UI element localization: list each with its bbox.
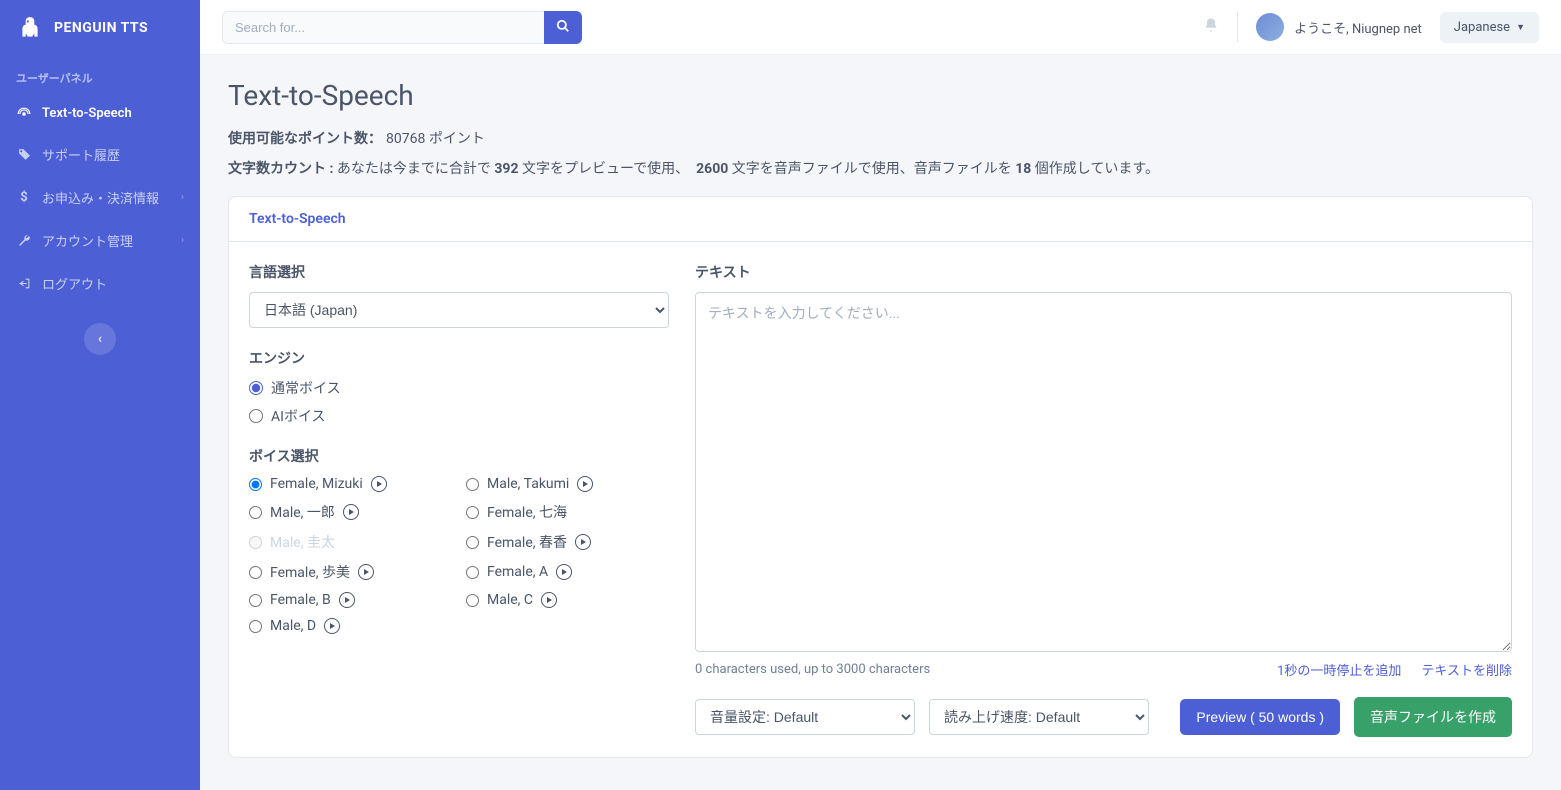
- engine-radio-1[interactable]: [249, 409, 263, 423]
- caret-down-icon: ▼: [1516, 22, 1525, 33]
- char-count-line: 文字数カウント : あなたは今までに合計で 392 文字をプレビューで使用、 2…: [228, 158, 1533, 178]
- text-label: テキスト: [695, 262, 1512, 282]
- sidebar-item-0[interactable]: Text-to-Speech: [0, 94, 200, 133]
- dollar-icon: $: [16, 190, 32, 205]
- voice-option-4: Male, 圭太: [249, 532, 452, 552]
- voice-radio-8[interactable]: [249, 594, 262, 607]
- right-column: テキスト 0 characters used, up to 3000 chara…: [695, 262, 1512, 737]
- voice-option-6[interactable]: Female, 歩美: [249, 562, 452, 582]
- sidebar-item-2[interactable]: $お申込み・決済情報›: [0, 176, 200, 219]
- preview-button[interactable]: Preview ( 50 words ): [1180, 699, 1340, 735]
- wrench-icon: [16, 234, 32, 247]
- voice-option-9[interactable]: Male, C: [466, 592, 669, 608]
- play-icon[interactable]: [358, 564, 374, 580]
- voice-radio-9[interactable]: [466, 594, 479, 607]
- avatar: [1256, 13, 1284, 41]
- topbar-right: ようこそ, Niugnep net Japanese ▼: [1203, 12, 1539, 43]
- broadcast-icon: [16, 107, 32, 121]
- engine-radio-0[interactable]: [249, 381, 263, 395]
- page-title: Text-to-Speech: [228, 79, 1533, 112]
- search-wrap: [222, 11, 582, 44]
- voice-radio-4: [249, 536, 262, 549]
- sidebar-item-4[interactable]: ログアウト: [0, 262, 200, 305]
- voice-option-3[interactable]: Female, 七海: [466, 502, 669, 522]
- topbar: ようこそ, Niugnep net Japanese ▼: [200, 0, 1561, 55]
- voice-radio-2[interactable]: [249, 506, 262, 519]
- engine-option-0[interactable]: 通常ボイス: [249, 378, 669, 398]
- card-header: Text-to-Speech: [229, 197, 1532, 242]
- page-content: Text-to-Speech 使用可能なポイント数：80768 ポイント 文字数…: [200, 55, 1561, 782]
- text-input[interactable]: [695, 292, 1512, 652]
- voice-radio-6[interactable]: [249, 566, 262, 579]
- tag-icon: [16, 148, 32, 161]
- voice-radio-5[interactable]: [466, 536, 479, 549]
- voice-label: ボイス選択: [249, 446, 669, 466]
- controls-row: 音量設定: Default 読み上げ速度: Default Preview ( …: [695, 697, 1512, 737]
- language-selector[interactable]: Japanese ▼: [1440, 12, 1539, 43]
- left-column: 言語選択 日本語 (Japan) エンジン 通常ボイス AIボイス ボイス選択 F…: [249, 262, 669, 737]
- language-select[interactable]: 日本語 (Japan): [249, 292, 669, 328]
- play-icon[interactable]: [339, 592, 355, 608]
- play-icon[interactable]: [343, 504, 359, 520]
- chevron-right-icon: ›: [181, 192, 184, 203]
- engine-label: エンジン: [249, 348, 669, 368]
- logout-icon: [16, 277, 32, 290]
- main-area: ようこそ, Niugnep net Japanese ▼ Text-to-Spe…: [200, 0, 1561, 790]
- voice-radio-3[interactable]: [466, 506, 479, 519]
- search-button[interactable]: [544, 11, 582, 44]
- play-icon[interactable]: [324, 618, 340, 634]
- play-icon[interactable]: [577, 476, 593, 492]
- language-select-label: 言語選択: [249, 262, 669, 282]
- voice-option-5[interactable]: Female, 春香: [466, 532, 669, 552]
- bell-icon[interactable]: [1203, 17, 1219, 37]
- textarea-info: 0 characters used, up to 3000 characters…: [695, 660, 1512, 679]
- logo-area[interactable]: PENGUIN TTS: [0, 0, 200, 56]
- voice-option-8[interactable]: Female, B: [249, 592, 452, 608]
- sidebar: PENGUIN TTS ユーザーパネル Text-to-Speechサポート履歴…: [0, 0, 200, 790]
- voice-radio-1[interactable]: [466, 478, 479, 491]
- voice-radio-10[interactable]: [249, 620, 262, 633]
- search-icon: [556, 19, 570, 36]
- welcome-text: ようこそ, Niugnep net: [1294, 18, 1422, 37]
- voice-option-10[interactable]: Male, D: [249, 618, 452, 634]
- sidebar-item-1[interactable]: サポート履歴: [0, 133, 200, 176]
- sidebar-collapse-button[interactable]: ‹: [84, 323, 116, 355]
- chevron-right-icon: ›: [181, 235, 184, 246]
- points-line: 使用可能なポイント数：80768 ポイント: [228, 128, 1533, 148]
- logo-text: PENGUIN TTS: [54, 20, 148, 36]
- play-icon[interactable]: [541, 592, 557, 608]
- voice-radio-7[interactable]: [466, 566, 479, 579]
- panel-label: ユーザーパネル: [0, 56, 200, 94]
- sidebar-item-3[interactable]: アカウント管理›: [0, 219, 200, 262]
- search-input[interactable]: [222, 11, 544, 44]
- penguin-logo-icon: [16, 14, 44, 42]
- voice-option-0[interactable]: Female, Mizuki: [249, 476, 452, 492]
- voice-option-1[interactable]: Male, Takumi: [466, 476, 669, 492]
- voice-option-7[interactable]: Female, A: [466, 562, 669, 582]
- tts-card: Text-to-Speech 言語選択 日本語 (Japan) エンジン 通常ボ…: [228, 196, 1533, 758]
- play-icon[interactable]: [556, 564, 572, 580]
- chevron-left-icon: ‹: [98, 331, 102, 347]
- char-used-text: 0 characters used, up to 3000 characters: [695, 662, 930, 677]
- divider: [1237, 12, 1238, 42]
- rate-select[interactable]: 読み上げ速度: Default: [929, 699, 1149, 735]
- user-menu[interactable]: ようこそ, Niugnep net: [1256, 13, 1422, 41]
- volume-select[interactable]: 音量設定: Default: [695, 699, 915, 735]
- clear-text-link[interactable]: テキストを削除: [1421, 660, 1512, 679]
- voice-radio-0[interactable]: [249, 478, 262, 491]
- create-button[interactable]: 音声ファイルを作成: [1354, 697, 1512, 737]
- card-body: 言語選択 日本語 (Japan) エンジン 通常ボイス AIボイス ボイス選択 F…: [229, 242, 1532, 757]
- engine-option-1[interactable]: AIボイス: [249, 406, 669, 426]
- voice-option-2[interactable]: Male, 一郎: [249, 502, 452, 522]
- play-icon[interactable]: [575, 534, 591, 550]
- add-pause-link[interactable]: 1秒の一時停止を追加: [1277, 660, 1401, 679]
- play-icon[interactable]: [371, 476, 387, 492]
